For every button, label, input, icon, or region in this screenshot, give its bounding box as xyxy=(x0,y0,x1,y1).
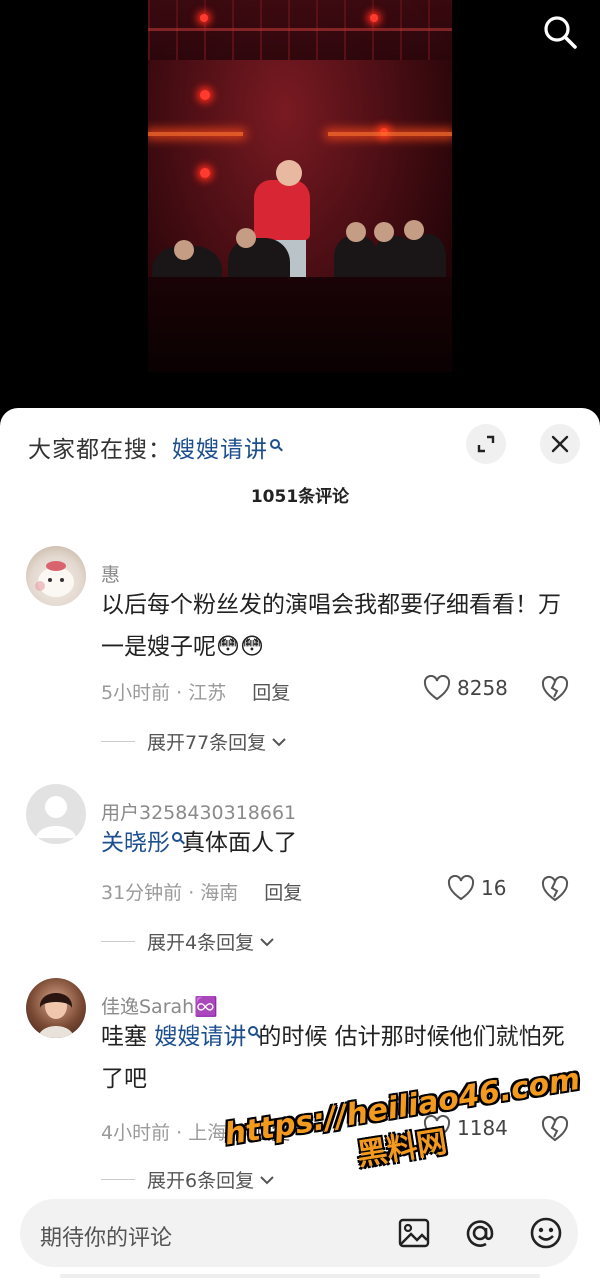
expand-replies-label: 展开77条回复 xyxy=(147,732,267,754)
like-button[interactable]: 16 xyxy=(447,875,506,901)
video-frame[interactable] xyxy=(148,0,452,372)
expand-replies-button[interactable]: 展开77条回复 xyxy=(101,728,288,755)
mention-icon[interactable] xyxy=(462,1215,498,1251)
video-player[interactable] xyxy=(0,0,600,410)
stage-truss xyxy=(148,0,452,60)
broken-heart-icon[interactable] xyxy=(541,875,569,903)
comment-meta: 4小时前 · 上海 回复 xyxy=(101,1118,290,1145)
comment-username[interactable]: 用户3258430318661 xyxy=(101,798,296,825)
chevron-down-icon xyxy=(260,937,274,946)
expand-replies-button[interactable]: 展开6条回复 xyxy=(101,1166,276,1193)
keyword-search-icon xyxy=(270,439,280,449)
comment-meta: 5小时前 · 江苏 回复 xyxy=(101,678,290,705)
chevron-down-icon xyxy=(272,737,286,746)
keyword-search-icon xyxy=(172,832,182,842)
reply-button[interactable]: 回复 xyxy=(252,682,290,704)
divider-line xyxy=(101,1179,135,1180)
like-button[interactable]: 8258 xyxy=(423,675,508,701)
expand-button[interactable] xyxy=(466,424,506,464)
search-icon xyxy=(544,16,577,49)
dancer-head xyxy=(236,228,256,248)
avatar[interactable] xyxy=(26,546,86,606)
dancer-head xyxy=(174,240,194,260)
like-count: 1184 xyxy=(457,1116,508,1140)
like-button[interactable]: 1184 xyxy=(423,1115,508,1141)
comment-text: 哇塞 嫂嫂请讲 的时候 估计那时候他们就怕死了吧 xyxy=(101,1016,571,1100)
trending-search-label: 大家都在搜： xyxy=(28,437,172,463)
comment-time-location: 31分钟前 · 海南 xyxy=(101,882,239,904)
trending-search[interactable]: 大家都在搜：嫂嫂请讲 xyxy=(28,430,280,464)
comment-meta: 31分钟前 · 海南 回复 xyxy=(101,878,302,905)
trending-search-keyword[interactable]: 嫂嫂请讲 xyxy=(172,437,268,463)
comment-input-bar[interactable]: 期待你的评论 xyxy=(20,1199,578,1267)
singer-head xyxy=(276,160,302,186)
expand-icon xyxy=(477,435,495,453)
comment-text-body: 真体面人了 xyxy=(182,830,297,856)
stage-light xyxy=(200,168,210,178)
comment-username[interactable]: 惠 xyxy=(101,560,120,587)
broken-heart-icon[interactable] xyxy=(541,1115,569,1143)
avatar-image xyxy=(38,993,74,1038)
comment-text: 关晓彤 真体面人了 xyxy=(101,822,571,864)
comment-sheet: 大家都在搜：嫂嫂请讲 1051条评论 惠 以后每个粉丝发的演唱会我都要仔细看看！… xyxy=(0,408,600,1280)
stage-light xyxy=(370,14,378,22)
comment-time-location: 4小时前 · 上海 xyxy=(101,1122,227,1144)
comment-count: 1051条评论 xyxy=(250,487,350,507)
expand-replies-label: 展开6条回复 xyxy=(147,1170,255,1192)
like-count: 16 xyxy=(481,876,507,900)
expand-replies-button[interactable]: 展开4条回复 xyxy=(101,928,276,955)
stage-floor xyxy=(148,277,452,372)
default-avatar-icon xyxy=(36,796,76,838)
avatar[interactable] xyxy=(26,784,86,844)
broken-heart-icon[interactable] xyxy=(541,675,569,703)
dancer-head xyxy=(374,222,394,242)
avatar-image xyxy=(35,561,74,597)
heart-icon xyxy=(447,875,475,901)
avatar[interactable] xyxy=(26,978,86,1038)
singer xyxy=(254,180,310,240)
keyword-search-icon xyxy=(248,1026,259,1036)
dancer-head xyxy=(346,222,366,242)
like-count: 8258 xyxy=(457,676,508,700)
stage-light xyxy=(200,14,208,22)
comment-input-placeholder[interactable]: 期待你的评论 xyxy=(40,1220,172,1252)
divider-line xyxy=(101,741,135,742)
dancer-head xyxy=(404,220,424,240)
chevron-down-icon xyxy=(260,1175,274,1184)
divider-line xyxy=(101,941,135,942)
stage-light xyxy=(200,90,210,100)
close-button[interactable] xyxy=(540,424,580,464)
emoji-icon[interactable] xyxy=(528,1215,564,1251)
comment-text-prefix: 哇塞 xyxy=(101,1024,155,1050)
reply-button[interactable]: 回复 xyxy=(252,1122,290,1144)
sheet-header: 大家都在搜：嫂嫂请讲 1051条评论 xyxy=(0,408,600,507)
close-icon xyxy=(551,435,569,453)
expand-replies-label: 展开4条回复 xyxy=(147,932,255,954)
comment-keyword-link[interactable]: 嫂嫂请讲 xyxy=(154,1024,246,1050)
heart-icon xyxy=(423,675,451,701)
search-button[interactable] xyxy=(540,12,580,52)
stage-glow xyxy=(328,132,452,136)
comment-username[interactable]: 佳逸Sarah♾️ xyxy=(101,992,218,1019)
reply-button[interactable]: 回复 xyxy=(264,882,302,904)
heart-icon xyxy=(423,1115,451,1141)
image-icon[interactable] xyxy=(396,1215,432,1251)
comment-text: 以后每个粉丝发的演唱会我都要仔细看看！万一是嫂子呢😳😳 xyxy=(101,592,561,660)
comment-keyword-link[interactable]: 关晓彤 xyxy=(101,830,170,856)
stage-glow xyxy=(148,132,243,136)
comment-time-location: 5小时前 · 江苏 xyxy=(101,682,227,704)
home-indicator xyxy=(60,1274,540,1278)
